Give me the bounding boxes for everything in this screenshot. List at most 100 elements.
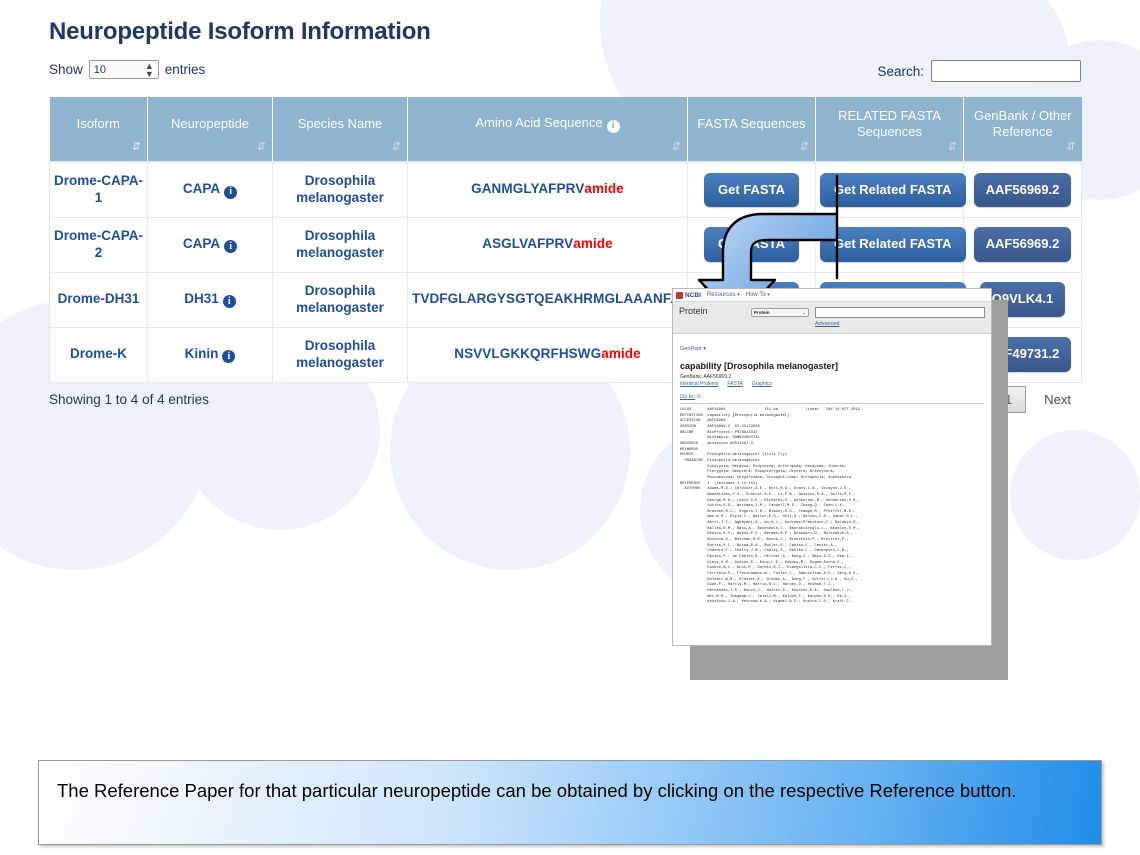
fasta-link[interactable]: FASTA (727, 381, 742, 387)
info-icon[interactable]: i (222, 350, 236, 364)
go-to-label: Go to: (680, 394, 695, 400)
popup-body: GenPept ▾ capability [Drosophila melanog… (673, 334, 991, 606)
popup-fade (673, 631, 991, 645)
cell-neuropeptide: CAPA i (147, 216, 273, 273)
info-icon[interactable]: i (224, 185, 238, 199)
search-filter: Search: (877, 60, 1081, 82)
info-icon[interactable]: i (606, 119, 620, 133)
sequence-amide: amide (584, 181, 624, 197)
genpept-link[interactable]: GenPept ▾ (680, 346, 984, 352)
genbank-record-text: LOCUS AAF56969 151 aa linear INV 14-OCT-… (680, 408, 861, 605)
go-to-menu[interactable]: Go to: ⊙ (680, 394, 984, 400)
sequence-amide: amide (573, 236, 613, 252)
cell-reference: AAF56969.2 (963, 216, 1082, 273)
ncbi-protein-popup[interactable]: NCBI Resources ▾ How To ▾ Protein Protei… (672, 288, 992, 646)
record-accession: GenBank: AAF56969.2 (680, 374, 732, 380)
nav-resources[interactable]: Resources ▾ (707, 292, 740, 298)
record-links: Identical Proteins FASTA Graphics (680, 381, 984, 387)
header-label: Isoform (76, 115, 120, 131)
sort-icon[interactable]: ⇵ (948, 141, 957, 155)
table-header-row: Isoform ⇵ Neuropeptide ⇵ Species Name ⇵ … (49, 97, 1082, 163)
cell-neuropeptide: Kinin i (147, 326, 273, 383)
sequence-amide: amide (601, 346, 641, 362)
cell-sequence: TVDFGLARGYSGTQEAKHRMGLAAANFAGGPamide (407, 271, 750, 328)
cell-sequence: ASGLVAFPRVamide (407, 216, 688, 273)
page-length-value: 10 (93, 63, 107, 76)
ncbi-top-nav: NCBI Resources ▾ How To ▾ (673, 289, 991, 302)
page-length-select[interactable]: 10 ▲ ▼ (88, 60, 159, 79)
nav-resources-label: Resources (706, 292, 736, 298)
search-label: Search: (877, 63, 924, 79)
cell-neuropeptide: CAPA i (147, 161, 273, 218)
search-input[interactable] (931, 60, 1081, 82)
cell-species: Drosophila melanogaster (272, 326, 408, 383)
sort-icon[interactable]: ⇵ (392, 141, 401, 155)
table-row: Drome-CAPA-1 CAPA i Drosophila melanogast… (49, 161, 1082, 218)
page-title: Neuropeptide Isoform Information (49, 18, 431, 45)
database-select[interactable]: Protein ⌄ (751, 308, 809, 317)
column-header-neuropeptide[interactable]: Neuropeptide ⇵ (147, 97, 273, 163)
entries-length-control: Show 10 ▲ ▼ entries (49, 60, 205, 79)
genpept-label: GenPept (680, 346, 702, 352)
chevron-down-icon: ▾ (737, 292, 740, 298)
header-label: GenBank / Other Reference (973, 107, 1072, 139)
chevron-down-icon: ⌄ (802, 309, 806, 315)
cell-isoform: Drome-K (49, 326, 148, 383)
divider (680, 403, 984, 404)
table-row: Drome-CAPA-2 CAPA i Drosophila melanogast… (49, 216, 1082, 273)
neuropeptide-name: CAPA (182, 235, 221, 251)
database-select-value: Protein (754, 310, 770, 315)
cell-species: Drosophila melanogaster (272, 216, 408, 273)
sort-icon[interactable]: ⇵ (257, 141, 266, 155)
database-title: Protein (679, 306, 708, 316)
ncbi-search-input[interactable] (815, 307, 985, 318)
chevron-down-icon: ▾ (767, 292, 770, 298)
sequence-text: GANMGLYAFPRV (471, 181, 585, 197)
header-label: RELATED FASTA Sequences (838, 107, 941, 139)
stepper-icon: ▲ ▼ (144, 60, 154, 79)
info-icon[interactable]: i (222, 295, 236, 309)
column-header-isoform[interactable]: Isoform ⇵ (49, 97, 148, 163)
cell-reference: AAF56969.2 (963, 161, 1082, 218)
nav-how-to-label: How To (745, 292, 766, 298)
callout-banner: The Reference Paper for that particular … (38, 760, 1102, 845)
nav-how-to[interactable]: How To ▾ (746, 292, 770, 298)
record-title: capability [Drosophila melanogaster] (680, 361, 839, 371)
next-page-button[interactable]: Next (1034, 386, 1081, 413)
cell-isoform: Drome-CAPA-2 (49, 216, 148, 273)
cell-neuropeptide: DH31 i (147, 271, 273, 328)
datatable-controls: Show 10 ▲ ▼ entries Search: (49, 60, 1081, 84)
column-header-fasta-sequences[interactable]: FASTA Sequences ⇵ (687, 97, 816, 163)
neuropeptide-name: CAPA (182, 180, 221, 196)
column-header-amino-acid-sequence[interactable]: Amino Acid Sequence i ⇵ (407, 97, 688, 163)
header-label: FASTA Sequences (697, 115, 806, 131)
reference-button[interactable]: AAF56969.2 (973, 172, 1072, 207)
header-label: Amino Acid Sequence (475, 115, 603, 131)
sequence-text: ASGLVAFPRV (482, 236, 574, 252)
column-header-related-fasta-sequences[interactable]: RELATED FASTA Sequences ⇵ (815, 97, 964, 163)
cell-sequence: GANMGLYAFPRVamide (407, 161, 688, 218)
graphics-link[interactable]: Graphics (752, 381, 772, 387)
cell-isoform: Drome-CAPA-1 (49, 161, 148, 218)
advanced-search-link[interactable]: Advanced (815, 321, 839, 327)
ncbi-logo[interactable]: NCBI (676, 291, 701, 299)
ncbi-logo-icon (676, 291, 683, 299)
sort-icon[interactable]: ⇵ (132, 141, 141, 155)
sequence-text: NSVVLGKKQRFHSWG (454, 346, 602, 362)
sort-icon[interactable]: ⇵ (672, 141, 681, 155)
ncbi-search-bar: Protein Protein ⌄ Advanced (673, 302, 991, 334)
table-info: Showing 1 to 4 of 4 entries (49, 392, 209, 407)
sort-icon[interactable]: ⇵ (1066, 141, 1075, 155)
column-header-genbank-other-reference[interactable]: GenBank / Other Reference ⇵ (963, 97, 1082, 163)
cell-species: Drosophila melanogaster (272, 271, 408, 328)
reference-button[interactable]: AAF56969.2 (973, 227, 1072, 262)
cell-isoform: Drome-DH31 (49, 271, 148, 328)
entries-label: entries (164, 62, 206, 77)
neuropeptide-name: Kinin (184, 345, 219, 361)
sort-icon[interactable]: ⇵ (800, 141, 809, 155)
identical-proteins-link[interactable]: Identical Proteins (680, 381, 718, 387)
ncbi-brand-label: NCBI (685, 291, 701, 299)
cell-species: Drosophila melanogaster (272, 161, 408, 218)
column-header-species-name[interactable]: Species Name ⇵ (272, 97, 408, 163)
info-icon[interactable]: i (224, 240, 238, 254)
